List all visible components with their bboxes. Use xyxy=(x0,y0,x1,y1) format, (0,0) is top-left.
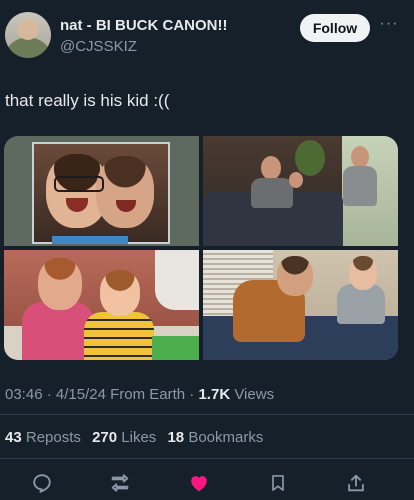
bookmarks-label: Bookmarks xyxy=(188,429,264,446)
avatar[interactable] xyxy=(5,12,51,58)
tweet-source: From Earth xyxy=(110,386,186,403)
reposts-count: 43 xyxy=(5,429,22,446)
repost-icon[interactable] xyxy=(107,470,133,496)
likes-count: 270 xyxy=(92,429,118,446)
tweet-time[interactable]: 03:46 xyxy=(5,386,43,403)
author-handle[interactable]: @CJSSKIZ xyxy=(60,38,137,55)
meta-separator: · xyxy=(46,386,56,403)
engagement-stats: 43 Reposts 270 Likes 18 Bookmarks xyxy=(5,429,263,446)
bookmark-icon[interactable] xyxy=(265,470,291,496)
media-photo-4[interactable] xyxy=(203,250,398,360)
action-bar xyxy=(0,470,414,496)
reply-icon[interactable] xyxy=(29,470,55,496)
views-label: Views xyxy=(234,386,275,403)
reposts-stat[interactable]: 43 Reposts xyxy=(5,429,81,446)
media-grid xyxy=(4,136,398,360)
media-photo-1[interactable] xyxy=(4,136,199,246)
tweet-date[interactable]: 4/15/24 xyxy=(56,386,106,403)
like-icon[interactable] xyxy=(186,470,212,496)
more-options-icon[interactable]: ··· xyxy=(378,14,400,36)
views-count: 1.7K xyxy=(198,386,231,403)
tweet-text: that really is his kid :(( xyxy=(5,91,170,110)
divider xyxy=(0,414,414,415)
bookmarks-count: 18 xyxy=(167,429,185,446)
bookmarks-stat[interactable]: 18 Bookmarks xyxy=(167,429,263,446)
share-icon[interactable] xyxy=(343,470,369,496)
follow-button[interactable]: Follow xyxy=(300,14,370,42)
tweet-meta: 03:46 · 4/15/24 From Earth · 1.7K Views xyxy=(5,386,274,403)
likes-label: Likes xyxy=(121,429,157,446)
media-photo-2[interactable] xyxy=(203,136,398,246)
tweet-detail: nat - BI BUCK CANON!! @CJSSKIZ Follow ··… xyxy=(0,0,414,500)
author-display-name[interactable]: nat - BI BUCK CANON!! xyxy=(60,17,227,34)
divider xyxy=(0,458,414,459)
media-photo-3[interactable] xyxy=(4,250,199,360)
likes-stat[interactable]: 270 Likes xyxy=(92,429,156,446)
reposts-label: Reposts xyxy=(25,429,81,446)
